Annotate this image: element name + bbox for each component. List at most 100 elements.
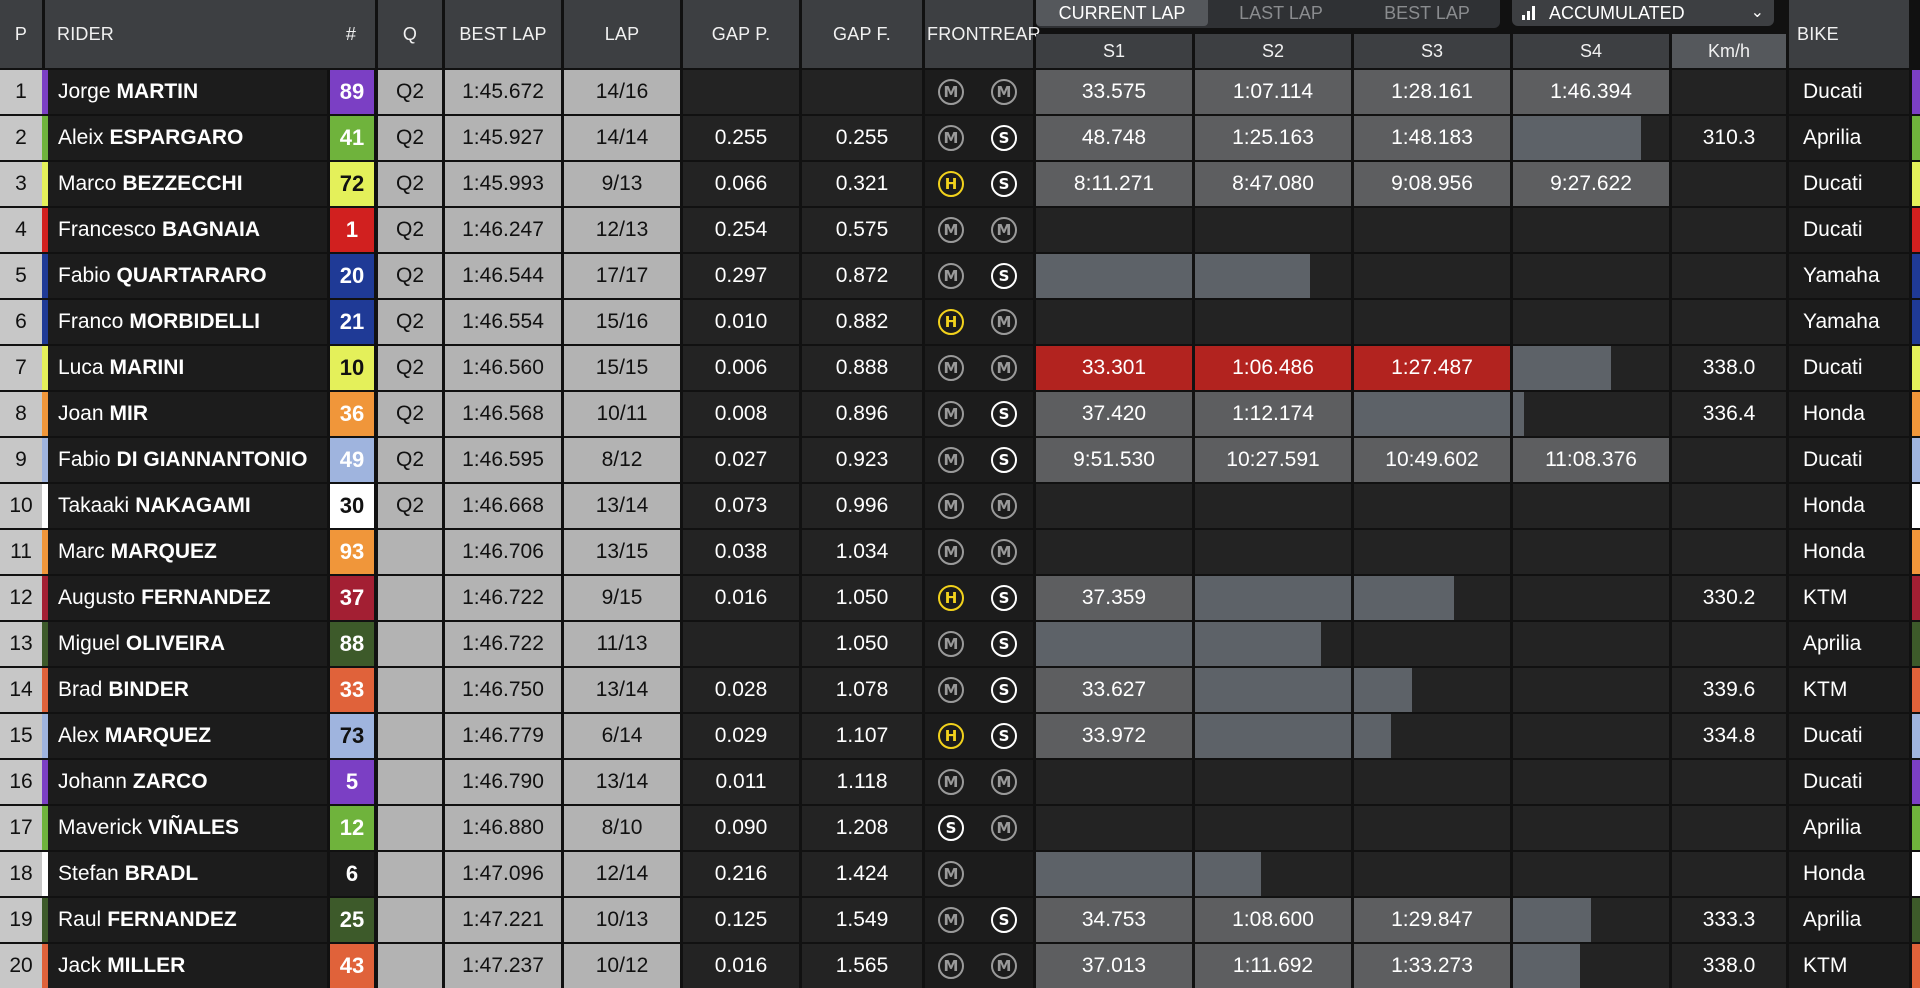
rider-name[interactable]: Fabio QUARTARARO xyxy=(48,254,327,298)
sector-time: 33.627 xyxy=(1081,678,1147,701)
rider-name[interactable]: Fabio DI GIANNANTONIO xyxy=(48,438,327,482)
table-row[interactable]: 6 Franco MORBIDELLI 21 Q2 1:46.554 15/16 0.010 0… xyxy=(0,300,1920,344)
sector-3-cell: 1:48.183 xyxy=(1354,116,1510,160)
table-header: P RIDER # Q BEST LAP LAP GAP P. GAP F. F… xyxy=(0,0,1920,68)
rider-name[interactable]: Aleix ESPARGARO xyxy=(48,116,327,160)
gap-first-cell: 0.996 xyxy=(802,484,922,528)
sector-4-cell xyxy=(1513,806,1669,850)
rider-name[interactable]: Raul FERNANDEZ xyxy=(48,898,327,942)
rear-tyre-icon: S xyxy=(991,631,1017,657)
front-tyre-icon: H xyxy=(938,309,964,335)
rider-name[interactable]: Miguel OLIVEIRA xyxy=(48,622,327,666)
position-cell: 4 xyxy=(0,208,42,252)
mode-dropdown[interactable]: ACCUMULATED ⌄ xyxy=(1512,0,1774,26)
table-row[interactable]: 16 Johann ZARCO 5 1:46.790 13/14 0.011 1.118 M M D… xyxy=(0,760,1920,804)
gap-previous-cell: 0.090 xyxy=(683,806,799,850)
table-row[interactable]: 17 Maverick VIÑALES 12 1:46.880 8/10 0.090 1.20… xyxy=(0,806,1920,850)
table-row[interactable]: 19 Raul FERNANDEZ 25 1:47.221 10/13 0.125 1.549… xyxy=(0,898,1920,942)
table-row[interactable]: 18 Stefan BRADL 6 1:47.096 12/14 0.216 1.424 M Ho… xyxy=(0,852,1920,896)
table-row[interactable]: 1 Jorge MARTIN 89 Q2 1:45.672 14/16 M M 33.575 1:0… xyxy=(0,70,1920,114)
tyre-cell: HS xyxy=(925,162,1033,206)
rider-name[interactable]: Jack MILLER xyxy=(48,944,327,988)
rider-name[interactable]: Alex MARQUEZ xyxy=(48,714,327,758)
bike-cell: KTM xyxy=(1789,668,1909,712)
table-row[interactable]: 8 Joan MIR 36 Q2 1:46.568 10/11 0.008 0.896 M S 37.… xyxy=(0,392,1920,436)
table-row[interactable]: 11 Marc MARQUEZ 93 1:46.706 13/15 0.038 1.034 M M… xyxy=(0,530,1920,574)
sector-4-cell xyxy=(1513,622,1669,666)
rider-name[interactable]: Brad BINDER xyxy=(48,668,327,712)
bike-cell: Ducati xyxy=(1789,70,1909,114)
position-cell: 7 xyxy=(0,346,42,390)
speed-cell: 338.0 xyxy=(1672,944,1786,988)
sector-2-cell xyxy=(1195,760,1351,804)
rider-name[interactable]: Johann ZARCO xyxy=(48,760,327,804)
position-cell: 18 xyxy=(0,852,42,896)
rider-name[interactable]: Joan MIR xyxy=(48,392,327,436)
front-tyre-icon: M xyxy=(938,907,964,933)
tab-current-lap[interactable]: CURRENT LAP xyxy=(1036,0,1208,26)
tyre-cell: MM xyxy=(925,208,1033,252)
rider-name[interactable]: Jorge MARTIN xyxy=(48,70,327,114)
gap-previous-cell: 0.255 xyxy=(683,116,799,160)
sector-4-cell xyxy=(1513,760,1669,804)
sector-1-cell xyxy=(1036,622,1192,666)
rider-name[interactable]: Marco BEZZECCHI xyxy=(48,162,327,206)
table-row[interactable]: 7 Luca MARINI 10 Q2 1:46.560 15/15 0.006 0.888 M M… xyxy=(0,346,1920,390)
rear-tyre-icon: M xyxy=(991,79,1017,105)
table-row[interactable]: 12 Augusto FERNANDEZ 37 1:46.722 9/15 0.016 1.0… xyxy=(0,576,1920,620)
position-cell: 19 xyxy=(0,898,42,942)
speed-cell xyxy=(1672,438,1786,482)
rider-name[interactable]: Luca MARINI xyxy=(48,346,327,390)
sector-4-cell xyxy=(1513,392,1669,436)
best-lap-cell: 1:46.544 xyxy=(445,254,561,298)
table-row[interactable]: 5 Fabio QUARTARARO 20 Q2 1:46.544 17/17 0.297 0.… xyxy=(0,254,1920,298)
table-row[interactable]: 10 Takaaki NAKAGAMI 30 Q2 1:46.668 13/14 0.073 0… xyxy=(0,484,1920,528)
table-row[interactable]: 3 Marco BEZZECCHI 72 Q2 1:45.993 9/13 0.066 0.32… xyxy=(0,162,1920,206)
team-color-edge xyxy=(1912,760,1920,804)
front-tyre-icon: M xyxy=(938,263,964,289)
lap-count-cell: 17/17 xyxy=(564,254,680,298)
rider-name[interactable]: Stefan BRADL xyxy=(48,852,327,896)
sector-1-cell: 33.972 xyxy=(1036,714,1192,758)
rider-name[interactable]: Franco MORBIDELLI xyxy=(48,300,327,344)
sector-time: 33.972 xyxy=(1081,724,1147,747)
sector-3-cell: 1:33.273 xyxy=(1354,944,1510,988)
rider-name[interactable]: Takaaki NAKAGAMI xyxy=(48,484,327,528)
rider-name[interactable]: Augusto FERNANDEZ xyxy=(48,576,327,620)
lap-count-cell: 15/16 xyxy=(564,300,680,344)
sector-3-cell: 10:49.602 xyxy=(1354,438,1510,482)
table-row[interactable]: 20 Jack MILLER 43 1:47.237 10/12 0.016 1.565 M M 3… xyxy=(0,944,1920,988)
rear-tyre-icon: S xyxy=(991,401,1017,427)
tab-last-lap[interactable]: LAST LAP xyxy=(1208,0,1354,26)
bike-cell: Honda xyxy=(1789,852,1909,896)
rider-name[interactable]: Maverick VIÑALES xyxy=(48,806,327,850)
best-lap-cell: 1:45.927 xyxy=(445,116,561,160)
table-row[interactable]: 4 Francesco BAGNAIA 1 Q2 1:46.247 12/13 0.254 0.… xyxy=(0,208,1920,252)
gap-first-cell: 1.549 xyxy=(802,898,922,942)
rider-name[interactable]: Francesco BAGNAIA xyxy=(48,208,327,252)
table-row[interactable]: 15 Alex MARQUEZ 73 1:46.779 6/14 0.029 1.107 H S 3… xyxy=(0,714,1920,758)
sector-time: 1:25.163 xyxy=(1232,126,1314,149)
header-speed: Km/h xyxy=(1672,34,1786,68)
sector-2-cell: 1:07.114 xyxy=(1195,70,1351,114)
rider-last-name: VIÑALES xyxy=(148,816,240,839)
position-cell: 15 xyxy=(0,714,42,758)
header-rear: REAR xyxy=(990,23,1041,44)
table-row[interactable]: 14 Brad BINDER 33 1:46.750 13/14 0.028 1.078 M S 3… xyxy=(0,668,1920,712)
rider-name[interactable]: Marc MARQUEZ xyxy=(48,530,327,574)
tyre-cell: MM xyxy=(925,346,1033,390)
best-lap-cell: 1:46.247 xyxy=(445,208,561,252)
tyre-cell: HS xyxy=(925,576,1033,620)
rider-first-name: Aleix xyxy=(58,126,104,149)
bike-cell: Ducati xyxy=(1789,208,1909,252)
table-row[interactable]: 2 Aleix ESPARGARO 41 Q2 1:45.927 14/14 0.255 0.2… xyxy=(0,116,1920,160)
sector-progress-bar xyxy=(1195,576,1351,620)
rider-number-badge: 41 xyxy=(330,116,374,160)
tab-best-lap[interactable]: BEST LAP xyxy=(1354,0,1500,26)
gap-previous-cell: 0.297 xyxy=(683,254,799,298)
table-row[interactable]: 9 Fabio DI GIANNANTONIO 49 Q2 1:46.595 8/12 0.0… xyxy=(0,438,1920,482)
rider-number-badge: 21 xyxy=(330,300,374,344)
best-lap-cell: 1:46.790 xyxy=(445,760,561,804)
lap-count-cell: 13/14 xyxy=(564,484,680,528)
table-row[interactable]: 13 Miguel OLIVEIRA 88 1:46.722 11/13 1.050 M S Ap… xyxy=(0,622,1920,666)
